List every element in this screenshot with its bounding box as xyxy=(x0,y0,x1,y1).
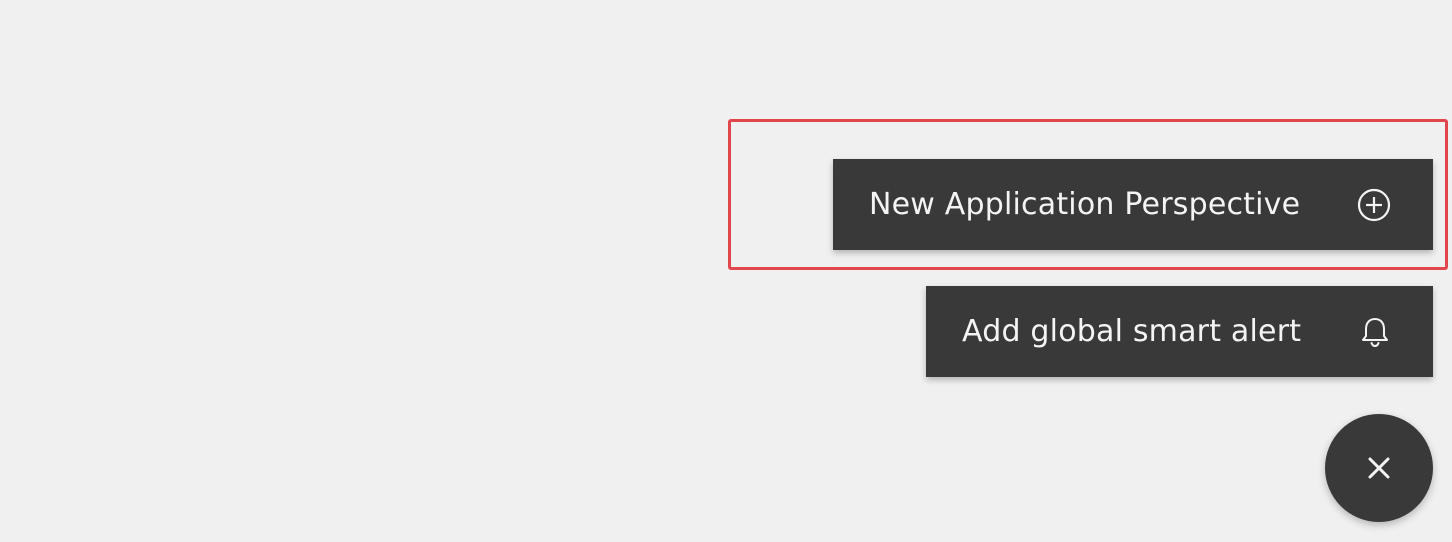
new-application-perspective-label: New Application Perspective xyxy=(869,187,1301,222)
add-circle-icon xyxy=(1326,159,1422,250)
add-global-smart-alert-button[interactable]: Add global smart alert xyxy=(926,286,1433,377)
bell-icon xyxy=(1327,286,1423,377)
close-icon xyxy=(1365,454,1393,482)
new-application-perspective-button[interactable]: New Application Perspective xyxy=(833,159,1433,250)
page-canvas: New Application Perspective Add global s… xyxy=(0,0,1452,542)
add-global-smart-alert-label: Add global smart alert xyxy=(962,314,1302,349)
close-fab-button[interactable] xyxy=(1325,414,1433,522)
